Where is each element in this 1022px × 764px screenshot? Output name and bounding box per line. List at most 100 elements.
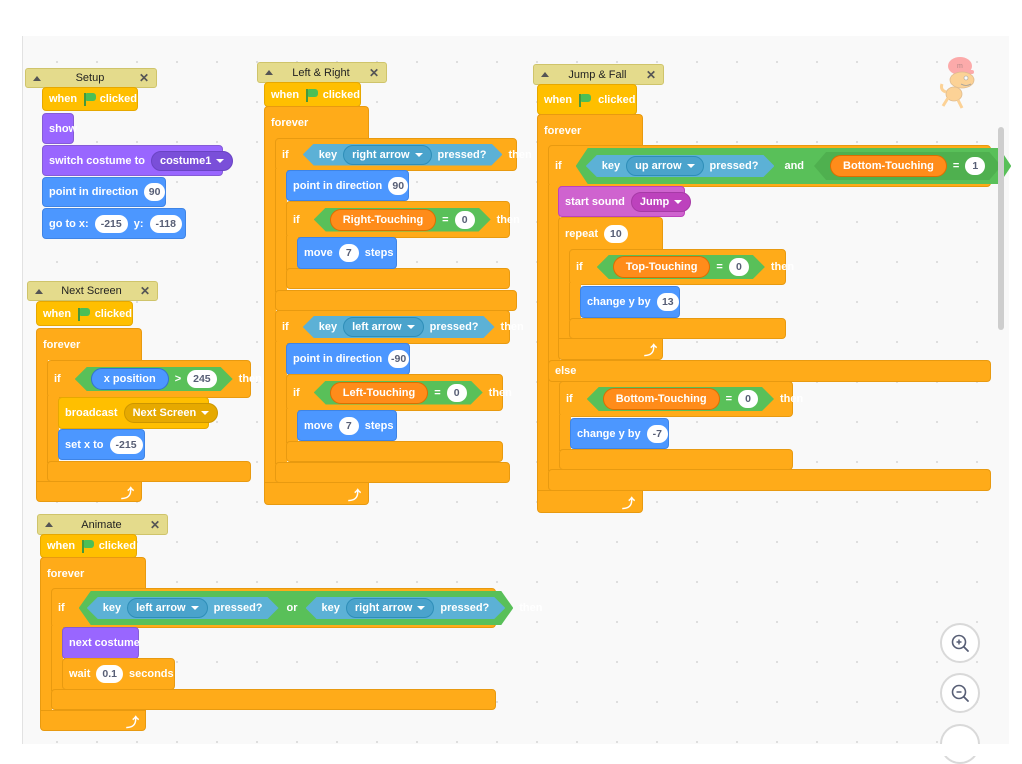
block-text: point in direction (293, 179, 383, 192)
next-costume-block[interactable]: next costume (62, 627, 140, 659)
x-input[interactable]: -215 (94, 214, 128, 233)
value-input[interactable]: 0 (729, 258, 749, 276)
zoom-out-button[interactable] (940, 673, 980, 713)
seconds-input[interactable]: 0.1 (96, 665, 124, 683)
close-icon[interactable]: ✕ (140, 284, 150, 298)
change-y-block[interactable]: change y by 13 (580, 286, 680, 318)
forever-block[interactable]: forever (537, 114, 643, 147)
equals-operator[interactable]: Left-Touching = 0 (314, 381, 483, 405)
go-to-xy-block[interactable]: go to x: -215 y: -118 (42, 208, 186, 239)
switch-costume-block[interactable]: switch costume to costume1 (42, 145, 234, 176)
key-dropdown[interactable]: up arrow (626, 156, 703, 176)
broadcast-block[interactable]: broadcast Next Screen (58, 397, 219, 429)
move-steps-block[interactable]: move 7 steps (297, 237, 397, 269)
sound-dropdown[interactable]: Jump (630, 191, 692, 212)
key-pressed-sensor[interactable]: key right arrow pressed? (303, 144, 503, 166)
comment-next-screen[interactable]: Next Screen ✕ (27, 281, 158, 301)
close-icon[interactable]: ✕ (150, 518, 160, 532)
collapse-icon[interactable] (45, 522, 53, 527)
point-in-direction-block[interactable]: point in direction -90 (286, 343, 410, 375)
when-flag-clicked-block[interactable]: when clicked (36, 301, 133, 326)
value-input[interactable]: 1 (965, 157, 985, 175)
operator-symbol: > (174, 373, 182, 385)
collapse-icon[interactable] (541, 72, 549, 77)
change-input[interactable]: 13 (656, 293, 679, 311)
if-right-touching-block[interactable]: if Right-Touching = 0 then (286, 201, 520, 238)
if-left-touching-block[interactable]: if Left-Touching = 0 then (286, 374, 512, 411)
equals-operator[interactable]: Bottom-Touching = 1 (814, 152, 1001, 180)
variable-reporter[interactable]: Bottom-Touching (603, 388, 720, 410)
when-flag-clicked-block[interactable]: when clicked (264, 82, 361, 107)
direction-input[interactable]: 90 (388, 176, 409, 195)
change-input[interactable]: -7 (646, 424, 668, 443)
x-input[interactable]: -215 (109, 435, 143, 454)
start-sound-block[interactable]: start sound Jump (558, 186, 692, 217)
costume-dropdown[interactable]: costume1 (150, 150, 234, 171)
direction-input[interactable]: 90 (144, 183, 165, 201)
value-input[interactable]: 245 (187, 370, 217, 388)
point-in-direction-block[interactable]: point in direction 90 (286, 170, 409, 201)
and-operator[interactable]: key up arrow pressed? and Bottom-Touchin… (576, 148, 1012, 184)
variable-reporter[interactable]: Bottom-Touching (830, 155, 947, 177)
key-pressed-sensor[interactable]: key up arrow pressed? (586, 155, 775, 177)
greater-than-operator[interactable]: x position > 245 (75, 367, 233, 391)
move-steps-block[interactable]: move 7 steps (297, 410, 397, 441)
if-left-arrow-block[interactable]: if key left arrow pressed? then (275, 310, 524, 344)
when-flag-clicked-block[interactable]: when clicked (40, 534, 137, 558)
key-pressed-sensor[interactable]: key left arrow pressed? (87, 597, 279, 619)
key-dropdown[interactable]: right arrow (343, 145, 431, 165)
or-operator[interactable]: key left arrow pressed? or key right arr… (79, 591, 514, 625)
block-text: broadcast (65, 407, 118, 419)
close-icon[interactable]: ✕ (139, 71, 149, 85)
forever-block[interactable]: forever (40, 557, 146, 590)
forever-block[interactable]: forever (36, 328, 142, 360)
equals-operator[interactable]: Right-Touching = 0 (314, 208, 491, 232)
y-input[interactable]: -118 (149, 214, 182, 233)
forever-block[interactable]: forever (264, 106, 369, 139)
close-icon[interactable]: ✕ (646, 68, 656, 82)
value-input[interactable]: 0 (447, 384, 467, 402)
key-dropdown[interactable]: left arrow (343, 317, 424, 337)
zoom-in-button[interactable] (940, 623, 980, 663)
change-y-block[interactable]: change y by -7 (570, 418, 669, 449)
equals-operator[interactable]: Bottom-Touching = 0 (587, 387, 774, 411)
collapse-icon[interactable] (33, 75, 41, 81)
direction-input[interactable]: -90 (388, 350, 409, 368)
point-in-direction-block[interactable]: point in direction 90 (42, 177, 166, 207)
comment-left-right[interactable]: Left & Right ✕ (257, 62, 387, 83)
set-x-block[interactable]: set x to -215 (58, 429, 145, 460)
repeat-block[interactable]: repeat 10 (558, 217, 663, 250)
key-pressed-sensor[interactable]: key left arrow pressed? (303, 316, 495, 338)
wait-block[interactable]: wait 0.1 seconds (62, 658, 175, 690)
value-input[interactable]: 0 (738, 390, 758, 408)
close-icon[interactable]: ✕ (369, 66, 379, 80)
comment-jump-fall[interactable]: Jump & Fall ✕ (533, 64, 664, 85)
if-block[interactable]: if x position > 245 then (47, 360, 262, 398)
if-key-pressed-block[interactable]: if key left arrow pressed? or key right … (51, 588, 543, 628)
steps-input[interactable]: 7 (338, 416, 359, 435)
if-bottom-touching-block[interactable]: if Bottom-Touching = 0 then (559, 381, 803, 417)
when-flag-clicked-block[interactable]: when clicked (42, 87, 138, 111)
if-right-arrow-block[interactable]: if key right arrow pressed? then (275, 138, 532, 171)
comment-setup[interactable]: Setup ✕ (25, 68, 157, 88)
key-dropdown[interactable]: right arrow (346, 598, 434, 618)
vertical-scrollbar[interactable] (998, 127, 1004, 330)
variable-reporter[interactable]: Left-Touching (330, 382, 429, 404)
when-flag-clicked-block[interactable]: when clicked (537, 84, 637, 115)
collapse-icon[interactable] (265, 70, 273, 75)
comment-animate[interactable]: Animate ✕ (37, 514, 168, 535)
if-else-block[interactable]: if key up arrow pressed? and Bottom-Touc… (548, 145, 1022, 187)
variable-reporter[interactable]: Top-Touching (613, 256, 711, 278)
collapse-icon[interactable] (35, 288, 43, 294)
message-dropdown[interactable]: Next Screen (123, 403, 219, 423)
value-input[interactable]: 0 (455, 211, 475, 229)
key-pressed-sensor[interactable]: key right arrow pressed? (306, 597, 506, 619)
equals-operator[interactable]: Top-Touching = 0 (597, 255, 765, 279)
if-top-touching-block[interactable]: if Top-Touching = 0 then (569, 249, 794, 285)
x-position-reporter[interactable]: x position (91, 368, 169, 390)
repeat-count-input[interactable]: 10 (604, 225, 628, 243)
steps-input[interactable]: 7 (338, 244, 359, 262)
variable-reporter[interactable]: Right-Touching (330, 209, 436, 231)
key-dropdown[interactable]: left arrow (127, 598, 208, 618)
show-block[interactable]: show (42, 113, 77, 144)
